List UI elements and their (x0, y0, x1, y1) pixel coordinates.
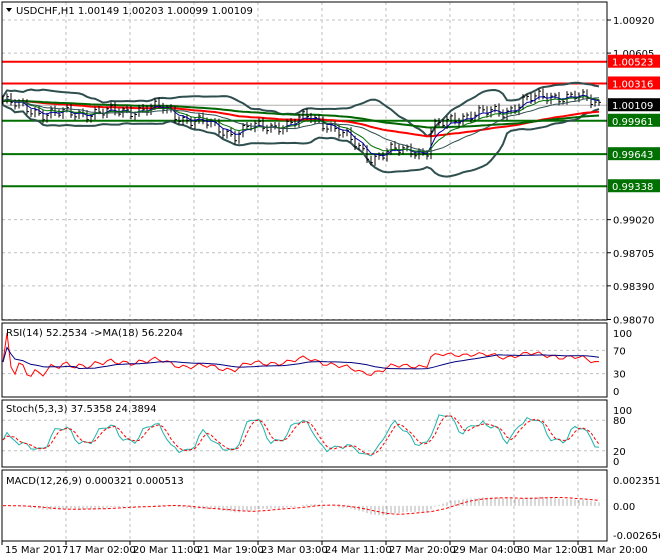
stoch-tick: 80 (613, 416, 626, 427)
price-tick-label: 0.99020 (613, 216, 654, 227)
level-label: 0.99338 (612, 182, 653, 193)
level-label: 1.00316 (612, 79, 653, 90)
time-label: 17 Mar 02:00 (69, 545, 136, 556)
stoch-tick: 0 (613, 457, 619, 468)
time-label: 23 Mar 03:00 (261, 545, 328, 556)
level-label: 1.00523 (612, 58, 653, 69)
stoch-label: Stoch(5,3,3) 37.5358 24.3894 (6, 404, 157, 415)
macd-label: MACD(12,26,9) 0.000321 0.000513 (6, 476, 184, 487)
price-tick-label: 1.00920 (613, 16, 654, 27)
time-label: 30 Mar 12:00 (517, 545, 584, 556)
symbol-header: USDCHF,H1 1.00149 1.00203 1.00099 1.0010… (16, 6, 253, 17)
time-label: 24 Mar 11:00 (325, 545, 392, 556)
rsi-tick: 30 (613, 370, 626, 381)
price-tick-label: 0.98390 (613, 282, 654, 293)
rsi-label: RSI(14) 52.2534 ->MA(18) 56.2204 (6, 328, 183, 339)
price-tick-label: 0.98070 (613, 315, 654, 326)
time-label: 31 Mar 20:00 (581, 545, 648, 556)
rsi-tick: 0 (613, 387, 619, 398)
level-label: 0.99961 (612, 117, 653, 128)
rsi-tick: 70 (613, 346, 626, 357)
rsi-tick: 100 (613, 329, 632, 340)
macd-tick: -0.002656 (613, 531, 660, 542)
trading-chart[interactable]: 15 Mar 2017 17 Mar 02:0020 Mar 11:0021 Ma… (0, 0, 660, 560)
time-label: 20 Mar 11:00 (133, 545, 200, 556)
time-label: 15 Mar 2017 (5, 545, 68, 556)
macd-tick: 0.00 (613, 502, 635, 513)
bid-label: 1.00109 (612, 101, 653, 112)
time-label: 21 Mar 19:00 (197, 545, 264, 556)
time-label: 29 Mar 04:00 (453, 545, 520, 556)
time-label: 27 Mar 20:00 (389, 545, 456, 556)
level-label: 0.99643 (612, 150, 653, 161)
macd-tick: 0.002351 (613, 476, 660, 487)
price-tick-label: 0.98705 (613, 249, 654, 260)
